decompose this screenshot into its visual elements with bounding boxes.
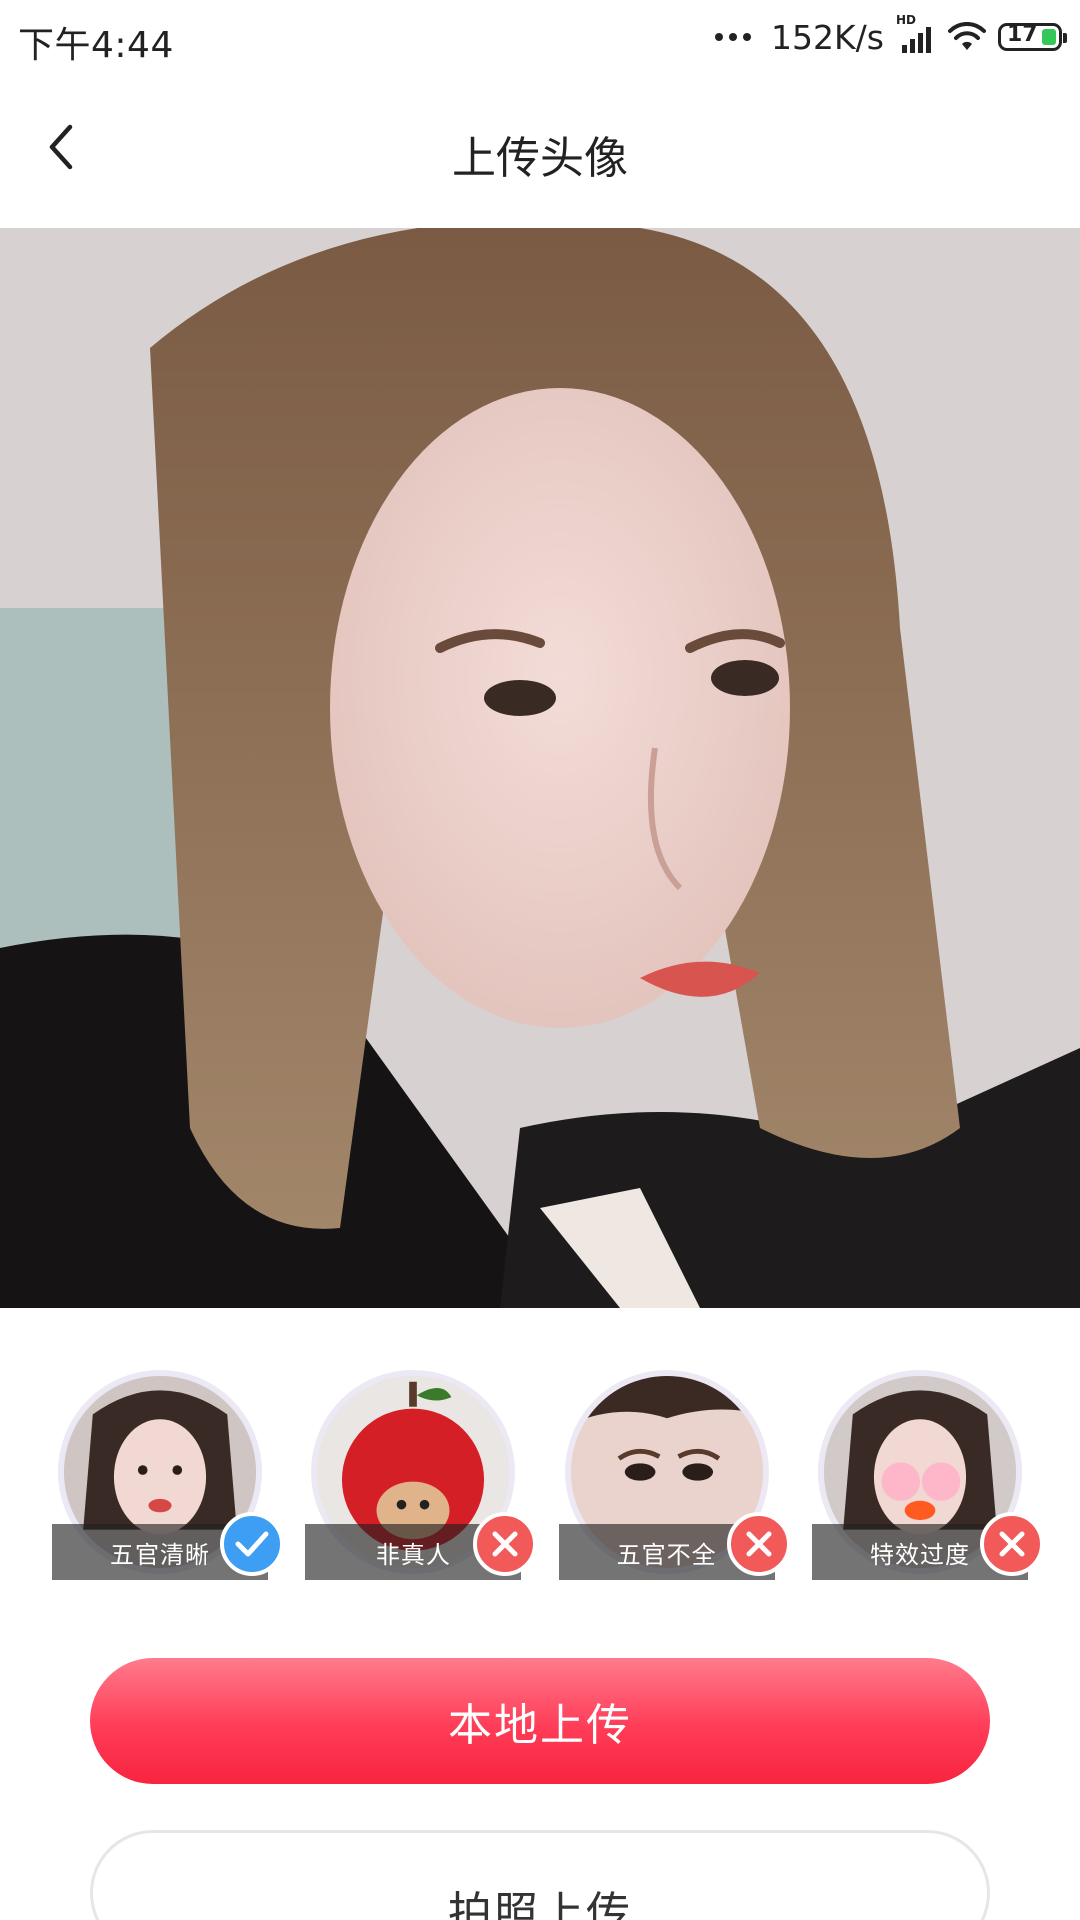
nav-header: 上传头像 (0, 74, 1080, 226)
network-speed: 152K/s (771, 17, 884, 57)
status-bar: 下午4:44 152K/s HD 17 (0, 0, 1080, 74)
cellular-signal-icon: HD (896, 13, 936, 55)
camera-upload-button[interactable]: 拍照上传 (90, 1830, 990, 1920)
example-excessive-effects: 特效过度 (811, 1370, 1044, 1580)
page-title: 上传头像 (452, 133, 628, 184)
more-dots-icon (715, 33, 752, 41)
close-icon (726, 1512, 791, 1576)
hd-badge: HD (896, 13, 917, 27)
close-icon (979, 1512, 1044, 1576)
wifi-icon (948, 22, 986, 50)
example-not-real-person: 非真人 (305, 1370, 538, 1580)
close-icon (473, 1512, 538, 1576)
status-indicators: 152K/s HD 17 (715, 13, 1067, 60)
local-upload-button[interactable]: 本地上传 (90, 1658, 990, 1784)
example-clear-features: 五官清晰 (52, 1370, 284, 1580)
upload-avatar-screen: 下午4:44 152K/s HD 17 上传头像 五官清晰 非真人 五官不全 特… (0, 0, 1080, 1920)
example-incomplete-features: 五官不全 (558, 1370, 791, 1580)
battery-level: 17 (1007, 22, 1038, 47)
avatar-preview-photo[interactable] (0, 228, 1080, 1308)
avatar-examples: 五官清晰 非真人 五官不全 特效过度 (52, 1370, 1044, 1580)
check-icon (220, 1512, 284, 1576)
status-time: 下午4:44 (18, 25, 174, 66)
battery-icon: 17 (998, 22, 1067, 51)
